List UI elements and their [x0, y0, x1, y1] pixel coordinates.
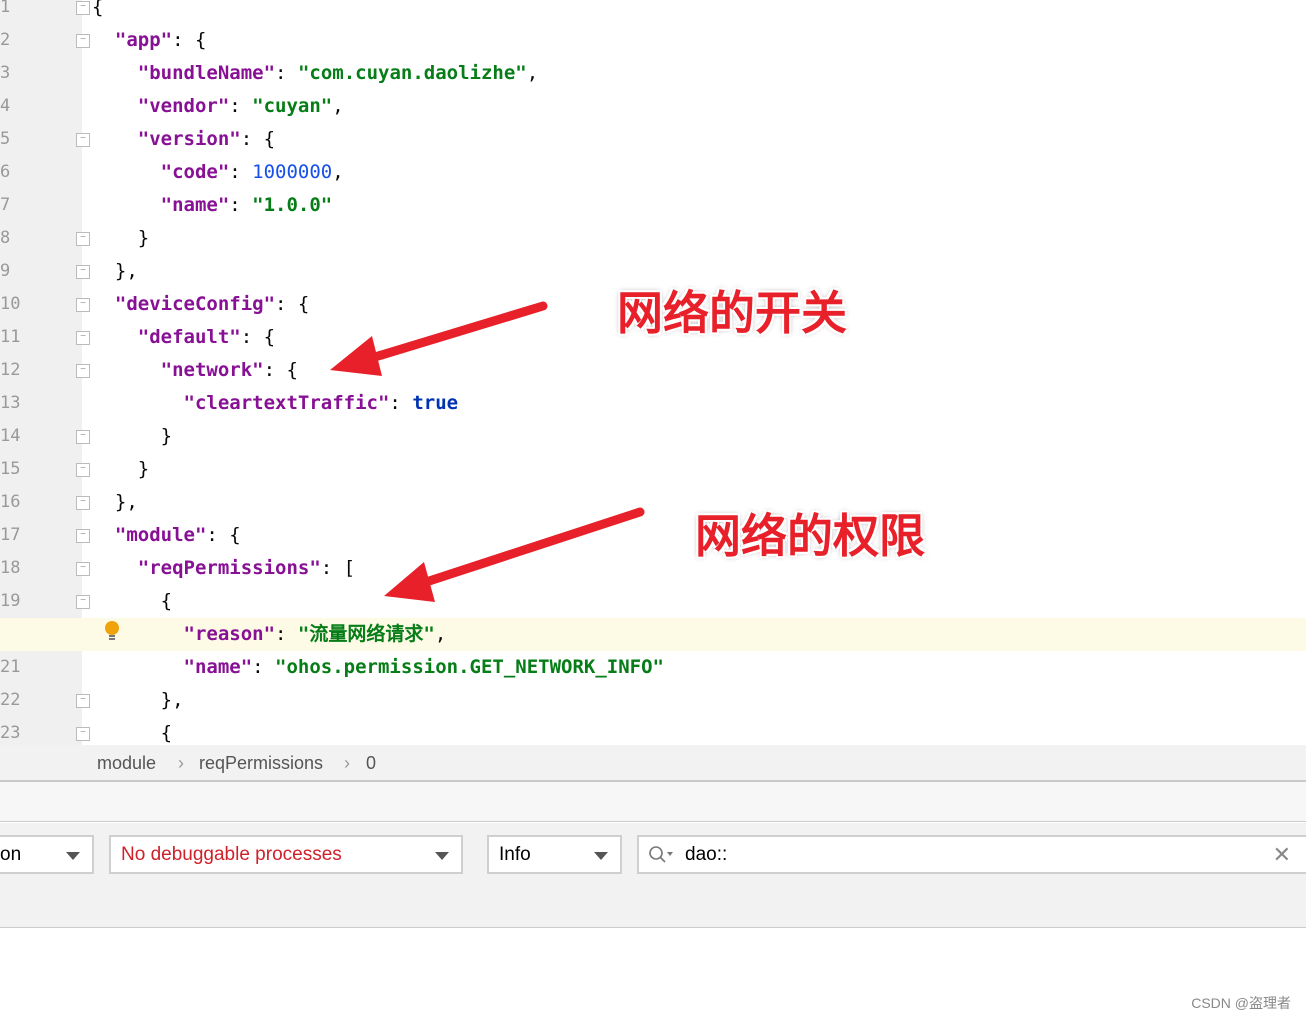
- device-select[interactable]: on: [0, 835, 94, 874]
- arrow-network-switch: [330, 301, 548, 376]
- annotation-network-switch: 网络的开关: [617, 286, 847, 340]
- search-value: dao::: [685, 844, 728, 865]
- caret-down-icon: [435, 852, 449, 860]
- breadcrumb-item-module[interactable]: module: [97, 745, 156, 781]
- annotation-network-permission: 网络的权限: [695, 509, 925, 563]
- process-select[interactable]: No debuggable processes: [109, 835, 463, 874]
- caret-down-icon: [594, 852, 608, 860]
- chevron-right-icon: ›: [344, 753, 350, 773]
- log-level-value: Info: [499, 844, 531, 865]
- log-toolbar: on No debuggable processes Info dao:: ✕: [0, 823, 1306, 928]
- clear-icon[interactable]: ✕: [1273, 837, 1291, 872]
- breadcrumb: module › reqPermissions › 0: [0, 745, 1306, 782]
- process-select-value: No debuggable processes: [121, 844, 342, 865]
- caret-down-icon: [66, 852, 80, 860]
- breadcrumb-item-index[interactable]: 0: [366, 745, 376, 781]
- arrow-network-permission: [384, 507, 645, 602]
- device-select-value: on: [0, 844, 22, 865]
- log-level-select[interactable]: Info: [487, 835, 622, 874]
- watermark: CSDN @盗理者: [1191, 995, 1291, 1011]
- breadcrumb-item-reqpermissions[interactable]: reqPermissions: [199, 745, 323, 781]
- log-search-input[interactable]: dao:: ✕: [637, 835, 1306, 874]
- chevron-right-icon: ›: [178, 753, 184, 773]
- log-panel-header: [0, 782, 1306, 822]
- annotation-arrows: [330, 301, 645, 602]
- search-icon: [649, 846, 673, 863]
